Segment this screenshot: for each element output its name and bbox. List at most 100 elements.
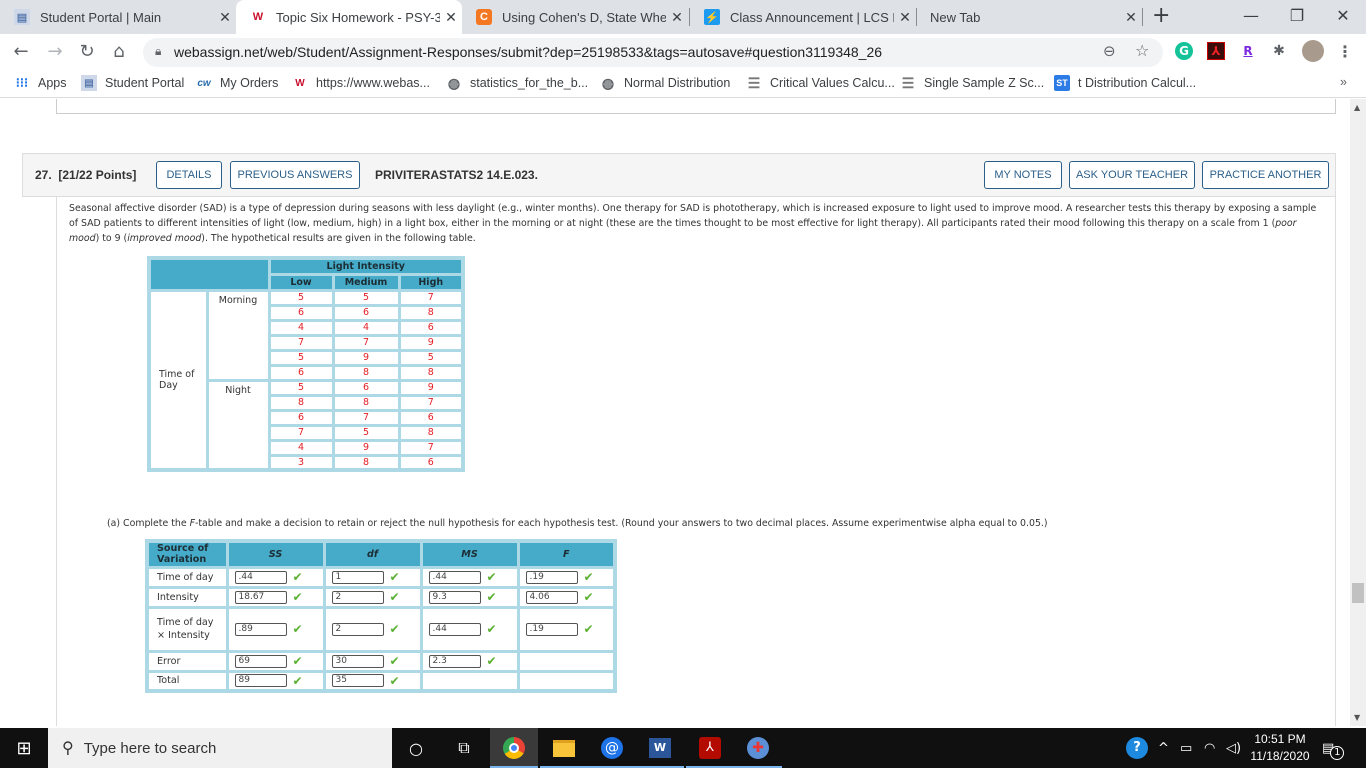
- lock-icon: 🔒︎: [155, 44, 162, 58]
- minimize-icon[interactable]: —: [1228, 0, 1274, 30]
- bookmark-t-distribution[interactable]: ST t Distribution Calcul...: [1054, 75, 1196, 91]
- task-view-icon[interactable]: ⧉: [440, 728, 488, 768]
- file-explorer-icon[interactable]: [540, 728, 588, 768]
- forward-icon[interactable]: →: [44, 41, 66, 62]
- chrome-taskbar-icon[interactable]: [490, 728, 538, 768]
- bookmark-my-orders[interactable]: cw My Orders: [196, 75, 278, 91]
- windows-start-icon[interactable]: ⊞: [0, 728, 48, 768]
- tab-new-tab[interactable]: New Tab ✕: [916, 0, 1142, 34]
- restore-icon[interactable]: ❐: [1274, 0, 1320, 30]
- ms-header: MS: [419, 539, 520, 569]
- anova-row: Time of day × Intensity .89 ✔ 2 ✔ .44 ✔ .19 ✔: [145, 605, 617, 653]
- bookmark-student-portal[interactable]: ▤ Student Portal: [81, 75, 184, 91]
- ss-cell: 18.67 ✔: [225, 585, 326, 609]
- ss-input[interactable]: 18.67: [234, 590, 287, 604]
- scroll-down-icon[interactable]: ▼: [1354, 713, 1360, 722]
- mood-score: 5: [267, 288, 335, 307]
- word-icon[interactable]: W: [636, 728, 684, 768]
- battery-icon[interactable]: ▭: [1180, 728, 1192, 768]
- extensions-puzzle-icon[interactable]: ✱: [1270, 42, 1288, 60]
- zoom-icon[interactable]: ⊖: [1103, 42, 1116, 60]
- tab-cohens-d[interactable]: C Using Cohen's D, State Whethe ✕: [462, 0, 688, 34]
- reload-icon[interactable]: ↻: [76, 41, 98, 62]
- system-clock[interactable]: 10:51 PM 11/18/2020: [1248, 731, 1312, 765]
- tab-student-portal[interactable]: ▤ Student Portal | Main ✕: [0, 0, 236, 34]
- f-input[interactable]: .19: [525, 570, 578, 584]
- bookmark-webassign[interactable]: W https://www.webas...: [292, 75, 430, 91]
- ms-input[interactable]: .44: [428, 570, 481, 584]
- close-window-icon[interactable]: ✕: [1320, 0, 1366, 30]
- ss-input[interactable]: 89: [234, 674, 287, 688]
- menu-kebab-icon[interactable]: ⋮: [1336, 42, 1354, 61]
- mood-score: 8: [331, 453, 401, 472]
- bookmark-normal-distribution[interactable]: ◍ Normal Distribution: [600, 75, 730, 91]
- close-tab-icon[interactable]: ✕: [894, 9, 916, 26]
- bookmark-star-icon[interactable]: ☆: [1135, 41, 1149, 60]
- df-input[interactable]: 35: [331, 674, 384, 688]
- cortana-icon[interactable]: ○: [392, 728, 440, 768]
- df-input[interactable]: 2: [331, 590, 384, 604]
- f-input[interactable]: 4.06: [525, 590, 578, 604]
- close-tab-icon[interactable]: ✕: [666, 9, 688, 26]
- details-button[interactable]: DETAILS: [156, 161, 222, 189]
- f-cell: [516, 669, 617, 693]
- wifi-icon[interactable]: ◠: [1204, 728, 1215, 768]
- ss-input[interactable]: 69: [234, 654, 287, 668]
- ms-cell: [419, 669, 520, 693]
- question-points: [21/22 Points]: [58, 168, 137, 182]
- correct-check-icon: ✔: [389, 590, 400, 604]
- ms-input[interactable]: 9.3: [428, 590, 481, 604]
- scroll-thumb[interactable]: [1352, 583, 1364, 603]
- notifications-icon[interactable]: ▤ 1: [1322, 728, 1345, 768]
- df-input[interactable]: 2: [331, 622, 384, 636]
- bookmark-single-sample-z[interactable]: ☰ Single Sample Z Sc...: [900, 75, 1044, 91]
- df-input[interactable]: 30: [331, 654, 384, 668]
- close-tab-icon[interactable]: ✕: [440, 9, 462, 26]
- practice-another-button[interactable]: PRACTICE ANOTHER: [1202, 161, 1329, 189]
- ms-input[interactable]: .44: [428, 622, 481, 636]
- my-notes-button[interactable]: MY NOTES: [984, 161, 1062, 189]
- mood-score: 5: [267, 348, 335, 367]
- ms-input[interactable]: 2.3: [428, 654, 481, 668]
- tab-topic-six-homework[interactable]: W Topic Six Homework - PSY-380 ✕: [236, 0, 462, 34]
- df-input[interactable]: 1: [331, 570, 384, 584]
- show-hidden-icons[interactable]: ^: [1158, 728, 1169, 768]
- ss-input[interactable]: .44: [234, 570, 287, 584]
- f-header: F: [516, 539, 617, 569]
- light-intensity-header: Light Intensity: [267, 256, 465, 276]
- document-icon: ▤: [14, 9, 30, 25]
- volume-icon[interactable]: ◁): [1226, 728, 1241, 768]
- profile-avatar[interactable]: [1302, 40, 1324, 62]
- taskbar-search[interactable]: ⚲ Type here to search: [48, 728, 392, 768]
- close-tab-icon[interactable]: ✕: [1120, 9, 1142, 26]
- tab-class-announcement[interactable]: ⚡ Class Announcement | LCS Lea ✕: [690, 0, 916, 34]
- bookmark-apps[interactable]: ⁝⁝⁝ Apps: [14, 75, 67, 91]
- acrobat-taskbar-icon[interactable]: ⅄: [686, 728, 734, 768]
- back-icon[interactable]: ←: [10, 41, 32, 62]
- r-extension-icon[interactable]: R: [1239, 42, 1257, 60]
- bookmark-critical-values[interactable]: ☰ Critical Values Calcu...: [746, 75, 895, 91]
- url-text[interactable]: webassign.net/web/Student/Assignment-Res…: [174, 44, 882, 60]
- ss-input[interactable]: .89: [234, 622, 287, 636]
- ask-your-teacher-button[interactable]: ASK YOUR TEACHER: [1069, 161, 1195, 189]
- page-scrollbar[interactable]: ▲ ▼: [1350, 99, 1366, 726]
- globe-icon: ◍: [447, 74, 461, 91]
- f-input[interactable]: .19: [525, 622, 578, 636]
- grammarly-icon[interactable]: G: [1175, 42, 1193, 60]
- mood-score: 6: [267, 363, 335, 382]
- acrobat-icon[interactable]: ⅄: [1207, 42, 1225, 60]
- home-icon[interactable]: ⌂: [108, 41, 130, 62]
- help-icon[interactable]: ?: [1126, 728, 1148, 768]
- address-bar[interactable]: 🔒︎ webassign.net/web/Student/Assignment-…: [143, 38, 1163, 67]
- edge-legacy-icon[interactable]: @: [588, 728, 636, 768]
- f-cell: 4.06 ✔: [516, 585, 617, 609]
- new-tab-button[interactable]: +: [1152, 3, 1170, 28]
- more-bookmarks-icon[interactable]: »: [1340, 75, 1347, 89]
- calculator-icon: ☰: [901, 74, 915, 91]
- calculator-app-icon[interactable]: ✚: [734, 728, 782, 768]
- previous-answers-button[interactable]: PREVIOUS ANSWERS: [230, 161, 360, 189]
- close-tab-icon[interactable]: ✕: [214, 9, 236, 26]
- scroll-up-icon[interactable]: ▲: [1354, 103, 1360, 112]
- bookmark-statistics[interactable]: ◍ statistics_for_the_b...: [446, 75, 588, 91]
- ss-cell: .44 ✔: [225, 565, 326, 589]
